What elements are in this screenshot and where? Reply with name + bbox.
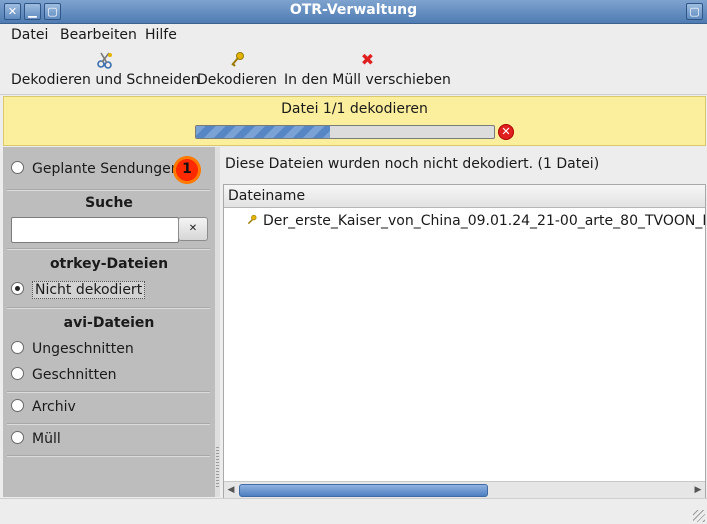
decode-button[interactable]: Dekodieren (197, 50, 277, 88)
search-heading: Suche (85, 195, 133, 211)
menu-bearbeiten[interactable]: Bearbeiten (60, 27, 137, 43)
ungeschnitten-label: Ungeschnitten (32, 341, 134, 357)
planned-count-badge: 1 (173, 156, 201, 184)
progress-bar (195, 125, 495, 139)
decode-label: Dekodieren (197, 72, 277, 88)
resize-grip-icon[interactable] (693, 510, 705, 522)
muell-label: Müll (32, 431, 61, 447)
scissors-key-icon (11, 50, 200, 70)
cancel-decode-button[interactable]: ✕ (498, 124, 514, 140)
menu-hilfe[interactable]: Hilfe (145, 27, 177, 43)
decode-progress-banner: Datei 1/1 dekodieren ✕ (3, 96, 706, 146)
splitter-grip[interactable] (216, 447, 219, 487)
divider (7, 307, 210, 309)
divider (7, 423, 210, 425)
key-icon (197, 50, 277, 70)
column-header-label: Dateiname (228, 188, 306, 204)
horizontal-scrollbar[interactable]: ◀ ▶ (224, 481, 705, 498)
decode-and-cut-button[interactable]: Dekodieren und Schneiden (11, 50, 200, 88)
radio-button[interactable] (11, 431, 24, 444)
clear-icon: ✕ (188, 223, 198, 234)
otrkey-heading: otrkey-Dateien (49, 256, 169, 272)
scrollbar-thumb[interactable] (239, 484, 488, 497)
progress-text: Datei 1/1 dekodieren (281, 101, 428, 117)
scroll-right-icon[interactable]: ▶ (691, 482, 705, 498)
search-input[interactable] (11, 217, 179, 243)
menu-datei[interactable]: Datei (11, 27, 48, 43)
status-bar (0, 498, 707, 524)
radio-nicht-dekodiert[interactable]: Nicht dekodiert (11, 281, 146, 299)
progress-fill (196, 126, 331, 138)
file-list: Dateiname Der_erste_Kaiser_von_China_09.… (223, 184, 706, 499)
file-name: Der_erste_Kaiser_von_China_09.01.24_21-0… (263, 213, 705, 229)
radio-button-selected[interactable] (11, 282, 24, 295)
geplante-sendungen-label: Geplante Sendungen (32, 161, 180, 177)
radio-button[interactable] (11, 399, 24, 412)
radio-button[interactable] (11, 341, 24, 354)
divider (7, 189, 210, 191)
radio-geschnitten[interactable]: Geschnitten (11, 367, 117, 383)
shade-window-button[interactable]: ▢ (686, 3, 703, 20)
key-icon (247, 214, 257, 225)
nicht-dekodiert-label: Nicht dekodiert (32, 281, 146, 299)
radio-button[interactable] (11, 161, 24, 174)
scroll-left-icon[interactable]: ◀ (224, 482, 238, 498)
menu-bar: Datei Bearbeiten Hilfe (0, 24, 707, 46)
move-to-trash-button[interactable]: ✖ In den Müll verschieben (284, 50, 451, 88)
divider (7, 455, 210, 457)
sidebar: Geplante Sendungen 1 Suche ✕ otrkey-Date… (3, 147, 215, 497)
shade-icon: ▢ (689, 5, 700, 18)
info-text: Diese Dateien wurden noch nicht dekodier… (225, 156, 600, 172)
toolbar: Dekodieren und Schneiden Dekodieren ✖ In… (0, 46, 707, 95)
geschnitten-label: Geschnitten (32, 367, 117, 383)
move-to-trash-label: In den Müll verschieben (284, 72, 451, 88)
radio-geplante-sendungen[interactable]: Geplante Sendungen (11, 161, 180, 177)
clear-search-button[interactable]: ✕ (178, 217, 208, 241)
archiv-label: Archiv (32, 399, 76, 415)
radio-ungeschnitten[interactable]: Ungeschnitten (11, 341, 134, 357)
radio-archiv[interactable]: Archiv (11, 399, 76, 415)
title-bar: ✕ ▁ ▢ OTR-Verwaltung ▢ (0, 0, 707, 24)
badge-count: 1 (182, 161, 192, 177)
cancel-icon: ✕ (501, 125, 511, 138)
avi-heading: avi-Dateien (63, 315, 155, 331)
divider (7, 248, 210, 250)
radio-button[interactable] (11, 367, 24, 380)
list-item[interactable]: Der_erste_Kaiser_von_China_09.01.24_21-0… (246, 213, 705, 229)
divider (7, 391, 210, 393)
window-title: OTR-Verwaltung (289, 2, 418, 18)
radio-muell[interactable]: Müll (11, 431, 61, 447)
decode-and-cut-label: Dekodieren und Schneiden (11, 72, 200, 88)
column-header-dateiname[interactable]: Dateiname (224, 185, 705, 208)
main-pane: Diese Dateien wurden noch nicht dekodier… (220, 147, 707, 499)
delete-x-icon: ✖ (360, 50, 375, 69)
